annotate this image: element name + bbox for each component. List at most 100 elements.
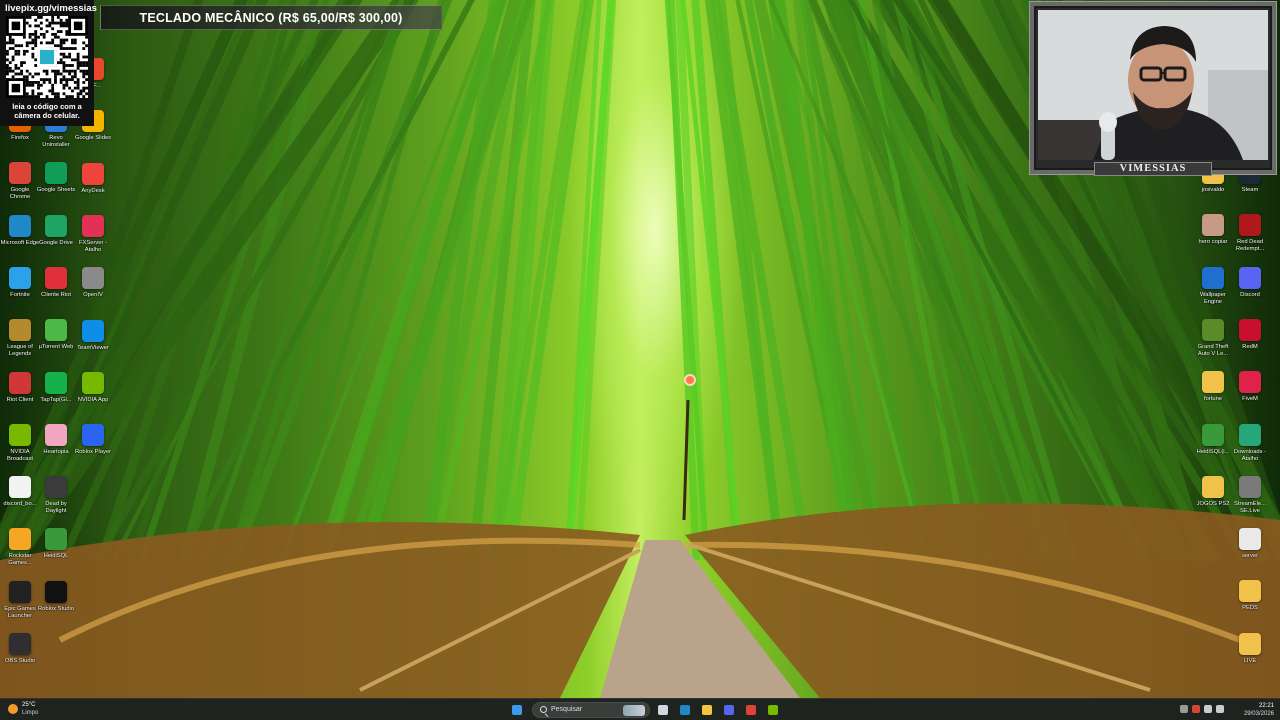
- taskbar: 25°C Limpo Pesquisar 22:21 29/03/2026: [0, 698, 1280, 720]
- discord-icon: [724, 705, 734, 715]
- desktop-icon-label: server: [1241, 553, 1259, 560]
- grand-theft-auto-v-le-icon: [1202, 318, 1224, 341]
- desktop-icon-anydesk[interactable]: AnyDesk: [73, 162, 113, 213]
- desktop-icon-label: Wallpaper Engine: [1200, 291, 1226, 305]
- webcam-feed: [1038, 10, 1268, 160]
- desktop-icon-label: Red Dead Redempt...: [1235, 239, 1265, 253]
- qr-donation-widget: livepix.gg/vimessias leia o código com a…: [0, 0, 97, 126]
- desktop-icon-cliente-riot[interactable]: Cliente Riot: [36, 266, 76, 317]
- clock-date: 29/03/2026: [1243, 711, 1274, 717]
- desktop-icon-label: Rockstar Games...: [8, 553, 32, 567]
- desktop-icon-discord-bo[interactable]: discord_bo...: [0, 476, 40, 526]
- anydesk-icon: [82, 162, 104, 185]
- desktop-icon-rockstar-games[interactable]: Rockstar Games...: [0, 528, 40, 578]
- desktop-icon-epic-games-launcher[interactable]: Epic Games Launcher: [0, 580, 40, 631]
- desktop-icon-label: josivaldo: [1201, 187, 1225, 193]
- desktop-icon-heidisql-i[interactable]: HeidiSQL(i...: [1193, 423, 1233, 474]
- desktop-icon-nvidia-broadcast[interactable]: NVIDIA Broadcast: [0, 423, 40, 474]
- downloads-atalho-icon: [1239, 423, 1261, 446]
- heidisql-icon: [45, 528, 67, 551]
- taskbar-file-explorer-button[interactable]: [698, 701, 716, 719]
- desktop-icon-microsoft-edge[interactable]: Microsoft Edge: [0, 214, 40, 265]
- desktop-icon-hero-copiar[interactable]: hero copiar: [1193, 214, 1233, 264]
- cliente-riot-icon: [45, 266, 67, 289]
- desktop-icon-fivem[interactable]: FiveM: [1230, 371, 1270, 421]
- network-icon[interactable]: [1204, 705, 1212, 713]
- desktop-icon-obs-studio[interactable]: OBS Studio: [0, 633, 40, 683]
- clock[interactable]: 22:21 29/03/2026: [1244, 702, 1274, 718]
- nvidia-icon: [768, 705, 778, 715]
- desktop-icon-label: PEDS: [1242, 605, 1258, 612]
- red-dead-redempt-icon: [1239, 214, 1261, 237]
- wallpaper-engine-icon: [1202, 266, 1224, 289]
- desktop-icon-jogos-ps2[interactable]: JOGOS PS2: [1193, 475, 1233, 526]
- desktop-icon-nvidia-app[interactable]: NVIDIA App: [73, 371, 113, 422]
- weather-widget[interactable]: 25°C Limpo: [8, 701, 48, 719]
- desktop-icon-grand-theft-auto-v-le[interactable]: Grand Theft Auto V Le...: [1193, 318, 1233, 369]
- desktop-icon-label: Dead by Daylight: [45, 501, 67, 515]
- google-chrome-icon: [9, 162, 31, 185]
- desktop-icon-league-of-legends[interactable]: League of Legends: [0, 319, 40, 369]
- streamer-silhouette: [1038, 10, 1268, 160]
- desktop-icon-label: League of Legends: [7, 344, 33, 358]
- taskbar-edge-button[interactable]: [676, 701, 694, 719]
- peds-icon: [1239, 580, 1261, 603]
- tray-app-icon[interactable]: [1192, 705, 1200, 713]
- epic-games-launcher-icon: [9, 580, 31, 603]
- chrome-icon: [746, 705, 756, 715]
- google-drive-icon: [45, 214, 67, 237]
- target-marker-icon: [684, 374, 696, 386]
- desktop-icon-roblox-player[interactable]: Roblox Player: [73, 424, 113, 474]
- desktop-icon-google-sheets[interactable]: Google Sheets: [36, 162, 76, 212]
- desktop-icon-taptap-gl[interactable]: TapTap(Gl...: [36, 371, 76, 422]
- taptap-gl-icon: [45, 371, 67, 394]
- desktop-icon-google-drive[interactable]: Google Drive: [36, 214, 76, 265]
- microsoft-edge-icon: [9, 214, 31, 237]
- desktop-icon-redm[interactable]: RedM: [1230, 318, 1270, 369]
- nvidia-app-icon: [82, 371, 104, 394]
- desktop-icon-live[interactable]: LIVE: [1230, 632, 1270, 683]
- taskbar-nvidia-button[interactable]: [764, 701, 782, 719]
- desktop-icon-wallpaper-engine[interactable]: Wallpaper Engine: [1193, 266, 1233, 317]
- desktop-icon-server[interactable]: server: [1230, 528, 1270, 578]
- desktop-icon-peds[interactable]: PEDS: [1230, 580, 1270, 630]
- jogos-ps2-icon: [1202, 475, 1224, 498]
- redm-icon: [1239, 318, 1261, 341]
- heidisql-i-icon: [1202, 423, 1224, 446]
- desktop-icon-fxserver-atalho[interactable]: FXServer - Atalho: [73, 214, 113, 265]
- desktop-icon-downloads-atalho[interactable]: Downloads - Atalho: [1230, 423, 1270, 474]
- desktop-icon-openiv[interactable]: OpenIV: [73, 267, 113, 317]
- qr-url: livepix.gg/vimessias: [5, 3, 97, 14]
- desktop-icon-label: Steam: [1241, 187, 1259, 193]
- desktop-icon-label: Riot Client: [6, 396, 34, 403]
- desktop-icon-teamviewer[interactable]: TeamViewer: [73, 319, 113, 370]
- desktop-icon-red-dead-redempt[interactable]: Red Dead Redempt...: [1230, 214, 1270, 264]
- desktop-icon-riot-client[interactable]: Riot Client: [0, 371, 40, 422]
- webcam-name-plate: VIMESSIAS: [1094, 162, 1212, 176]
- fxserver-atalho-icon: [82, 214, 104, 237]
- desktop-icon-roblox-studio[interactable]: Roblox Studio: [36, 580, 76, 631]
- desktop-icon-heidisql[interactable]: HeidiSQL: [36, 528, 76, 578]
- desktop-icon-label: HeidiSQL: [43, 553, 69, 560]
- desktop-icon-dead-by-daylight[interactable]: Dead by Daylight: [36, 476, 76, 526]
- qr-hint: leia o código com a câmera do celular.: [12, 102, 82, 120]
- desktop-icon-fortune[interactable]: fortune: [1193, 371, 1233, 421]
- desktop-icon-torrent-web[interactable]: µTorrent Web: [36, 319, 76, 369]
- taskbar-chrome-button[interactable]: [742, 701, 760, 719]
- desktop-icon-fortnite[interactable]: Fortnite: [0, 266, 40, 317]
- desktop-icon-label: Heartopia: [43, 448, 69, 455]
- start-button[interactable]: [508, 701, 526, 719]
- desktop-icon-streamele-se-live[interactable]: StreamEle... SE.Live: [1230, 475, 1270, 526]
- taskbar-search[interactable]: Pesquisar: [532, 702, 650, 718]
- desktop-icon-google-chrome[interactable]: Google Chrome: [0, 162, 40, 212]
- desktop-icon-heartopia[interactable]: Heartopia: [36, 423, 76, 474]
- desktop-icon-discord[interactable]: Discord: [1230, 266, 1270, 317]
- taskbar-discord-button[interactable]: [720, 701, 738, 719]
- search-icon: [540, 706, 547, 713]
- tray-chevron-icon[interactable]: [1180, 705, 1188, 713]
- desktop-icon-label: fortune: [1203, 396, 1223, 403]
- desktop-icon-label: OpenIV: [83, 292, 103, 299]
- edge-icon: [680, 705, 690, 715]
- taskbar-task-view-button[interactable]: [654, 701, 672, 719]
- volume-icon[interactable]: [1216, 705, 1224, 713]
